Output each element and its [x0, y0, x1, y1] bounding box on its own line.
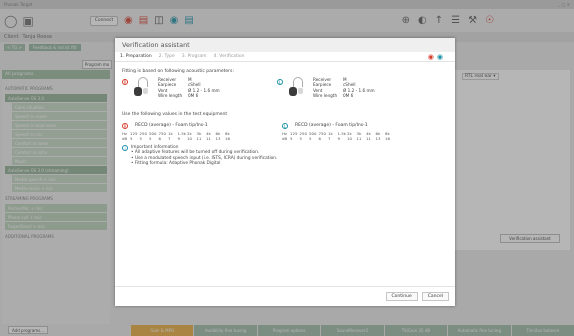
step-program[interactable]: 3. Program [182, 54, 207, 59]
ear-side-icons: ◉ ◉ [428, 53, 443, 61]
left-ear-icon[interactable]: ◉ [437, 53, 443, 61]
step-type[interactable]: 2. Type [159, 54, 175, 59]
db-row: dB 5 5 5 6 7 9 10 11 11 13 16 [282, 136, 390, 141]
recd-left-title: RECD (average) - Foam tip/Ins-1 [295, 122, 368, 128]
recd-right-table: Hz 125 250 500 750 1k 1.5k 2k 3k 4k 6k 8… [122, 131, 282, 141]
left-ear-badge-icon: L [282, 123, 288, 129]
left-param-table: Receiver M Earpiece cShell Vent Ø 1.2 - … [313, 77, 375, 98]
param-value: 0M 6 [188, 92, 199, 98]
hearing-aid-icon [287, 77, 307, 99]
verification-dialog: Verification assistant 1. Preparation 2.… [115, 38, 455, 306]
info-line: • Fitting formula: Adaptive Phonak Digit… [131, 161, 221, 167]
left-ear-badge-icon: L [277, 79, 283, 85]
recd-left-table: Hz 125 250 500 750 1k 1.5k 2k 3k 4k 6k 8… [282, 131, 442, 141]
wizard-steps: 1. Preparation 2. Type 3. Program 4. Ver… [115, 52, 455, 62]
acoustic-params: R Receiver M Earpiece cShell Vent Ø 1.2 … [122, 77, 448, 109]
left-ear-params: L Receiver M Earpiece cShell Vent Ø 1.2 … [277, 77, 432, 109]
db-row: dB 5 5 5 6 7 9 10 11 11 13 16 [122, 136, 230, 141]
step-preparation[interactable]: 1. Preparation [120, 54, 152, 59]
right-ear-params: R Receiver M Earpiece cShell Vent Ø 1.2 … [122, 77, 277, 109]
dialog-title: Verification assistant [115, 38, 455, 52]
step-verification[interactable]: 4. Verification [214, 54, 245, 59]
dialog-footer: Continue Cancel [115, 286, 455, 306]
hearing-aid-icon [132, 77, 152, 99]
right-ear-icon[interactable]: ◉ [428, 53, 434, 61]
param-value: 0M 6 [343, 92, 354, 98]
info-icon: i [122, 145, 128, 151]
param-label: Wire length [158, 92, 183, 98]
recd-right-title: RECD (average) - Foam tip/Ins-1 [135, 122, 208, 128]
recd-right: R RECD (average) - Foam tip/Ins-1 Hz 125… [122, 121, 282, 141]
right-ear-badge-icon: R [122, 123, 128, 129]
param-label: Wire length [313, 92, 338, 98]
continue-button[interactable]: Continue [385, 292, 418, 301]
fitting-basis-text: Fitting is based on following acoustic p… [122, 69, 234, 74]
cancel-button[interactable]: Cancel [421, 292, 449, 301]
recd-values: R RECD (average) - Foam tip/Ins-1 Hz 125… [122, 121, 448, 141]
right-ear-badge-icon: R [122, 79, 128, 85]
important-info: i Important information • All adaptive f… [122, 145, 448, 167]
right-param-table: Receiver M Earpiece cShell Vent Ø 1.2 - … [158, 77, 220, 98]
dialog-body: Fitting is based on following acoustic p… [115, 62, 455, 171]
test-equipment-heading: Use the following values in the test equ… [122, 112, 228, 117]
recd-left: L RECD (average) - Foam tip/Ins-1 Hz 125… [282, 121, 442, 141]
